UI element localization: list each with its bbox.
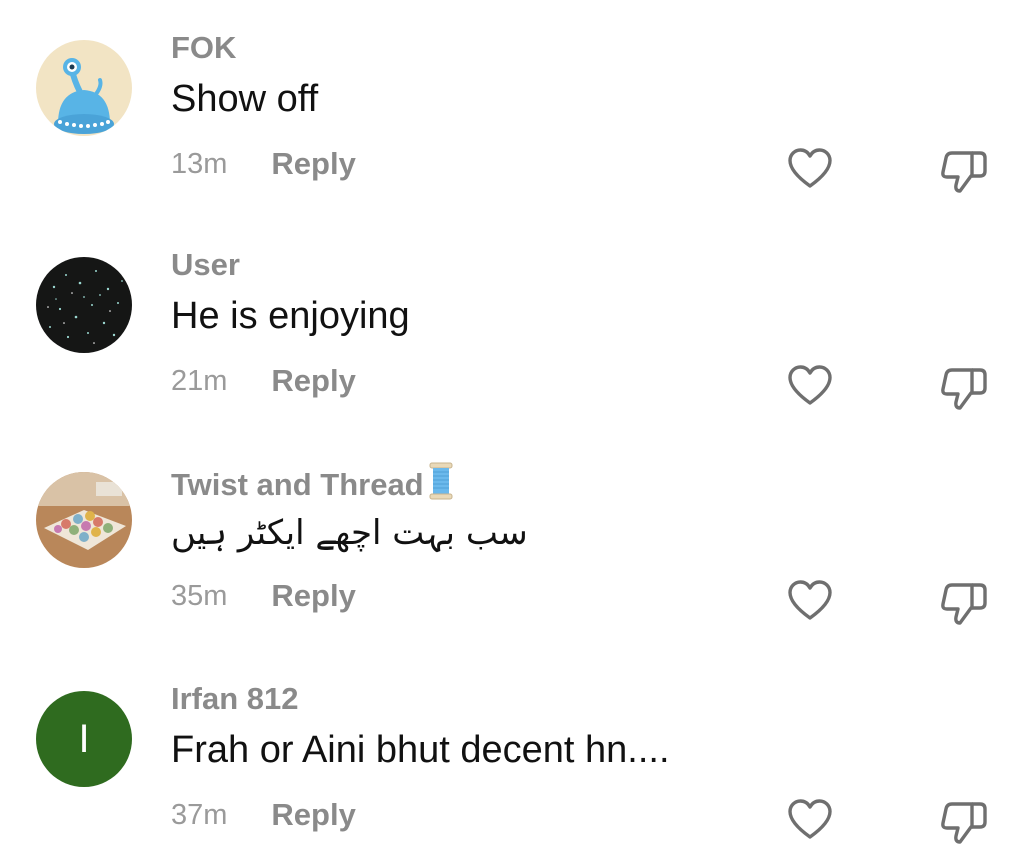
heart-icon (788, 799, 832, 839)
heart-icon (788, 148, 832, 188)
comment-text: He is enjoying (171, 295, 410, 337)
dislike-button[interactable] (938, 145, 990, 197)
comment-meta: 13m Reply (171, 146, 356, 182)
comment-text: سب بہت اچھے ایکٹر ہیں (171, 513, 528, 553)
username-label: Twist and Thread (171, 467, 424, 502)
comment-text: Frah or Aini bhut decent hn.... (171, 729, 670, 771)
thumbs-down-icon (941, 802, 987, 844)
reply-button[interactable]: Reply (271, 363, 355, 399)
comment-meta: 35m Reply (171, 578, 356, 614)
dislike-button[interactable] (938, 796, 990, 848)
dislike-button[interactable] (938, 577, 990, 629)
spool-of-thread-icon (428, 462, 454, 508)
heart-icon (788, 580, 832, 620)
username[interactable]: FOK (171, 30, 236, 66)
reply-button[interactable]: Reply (271, 146, 355, 182)
heart-icon (788, 365, 832, 405)
reply-button[interactable]: Reply (271, 797, 355, 833)
username[interactable]: Twist and Thread (171, 462, 454, 508)
avatar[interactable] (36, 40, 132, 136)
username[interactable]: User (171, 247, 240, 283)
reply-button[interactable]: Reply (271, 578, 355, 614)
comment-item: I Irfan 812 Frah or Aini bhut decent hn.… (0, 651, 1024, 851)
avatar-letter: I (78, 716, 90, 761)
thumbs-down-icon (941, 368, 987, 410)
crochet-blanket-photo (36, 472, 132, 568)
like-button[interactable] (786, 145, 834, 193)
timestamp: 37m (171, 798, 228, 831)
timestamp: 21m (171, 364, 228, 397)
avatar[interactable] (36, 257, 132, 353)
comment-meta: 21m Reply (171, 363, 356, 399)
comment-item: Twist and Thread سب بہت اچھے ایکٹر ہیں 3… (0, 432, 1024, 632)
comment-item: FOK Show off 13m Reply (0, 0, 1024, 200)
username[interactable]: Irfan 812 (171, 681, 299, 717)
timestamp: 35m (171, 579, 228, 612)
comment-item: User He is enjoying 21m Reply (0, 217, 1024, 417)
like-button[interactable] (786, 362, 834, 410)
starry-night-photo (36, 257, 132, 353)
thumbs-down-icon (941, 151, 987, 193)
comment-meta: 37m Reply (171, 797, 356, 833)
thumbs-down-icon (941, 583, 987, 625)
avatar[interactable] (36, 472, 132, 568)
like-button[interactable] (786, 577, 834, 625)
comment-text: Show off (171, 78, 319, 120)
like-button[interactable] (786, 796, 834, 844)
timestamp: 13m (171, 147, 228, 180)
alien-icon (36, 40, 132, 136)
avatar[interactable]: I (36, 691, 132, 787)
dislike-button[interactable] (938, 362, 990, 414)
